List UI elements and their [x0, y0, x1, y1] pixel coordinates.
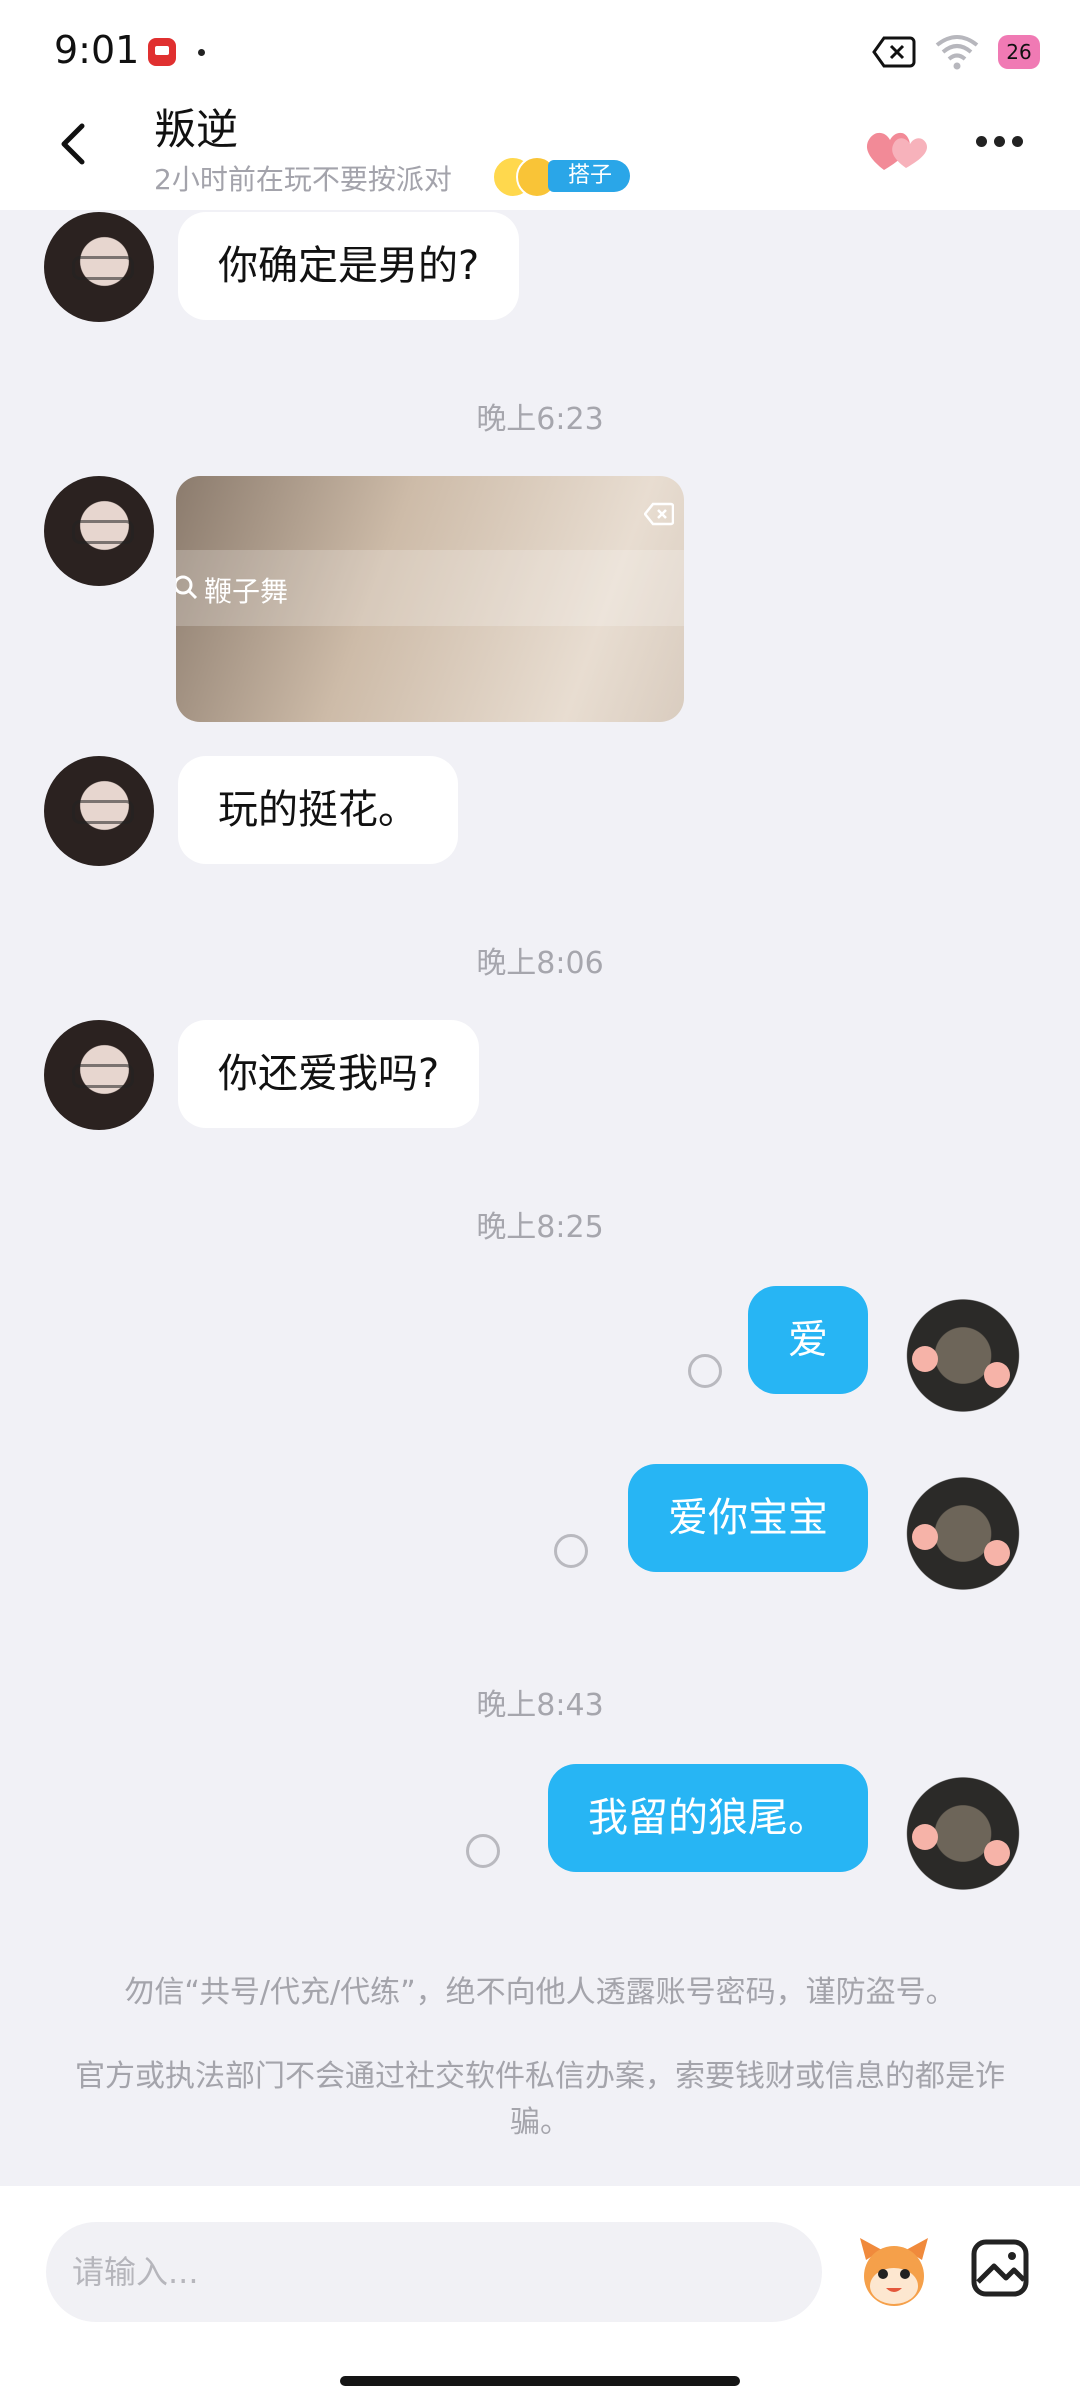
dot-icon	[198, 49, 205, 56]
message-bubble-sent[interactable]: 爱你宝宝	[628, 1464, 868, 1572]
chat-header: 叛逆 2小时前在玩不要按派对 搭子	[0, 90, 1080, 210]
emoji-mascot-icon	[860, 2238, 928, 2306]
status-badge[interactable]: 搭子	[548, 160, 631, 192]
heart-icon	[866, 132, 928, 170]
image-icon	[971, 2239, 1029, 2297]
message-bubble-received[interactable]: 你确定是男的?	[178, 212, 520, 320]
message-bubble-received[interactable]: 你还爱我吗?	[178, 1020, 480, 1128]
back-button[interactable]	[50, 114, 100, 174]
more-button[interactable]	[976, 132, 1032, 156]
image-caption: 鞭子舞	[204, 575, 289, 608]
chat-screen: 9:01 26 叛逆 2小时前在玩不要按派对 搭子 你确定是男的? 晚上6:23…	[0, 0, 1080, 2400]
close-box-icon	[872, 36, 916, 68]
wifi-icon	[935, 35, 979, 70]
timestamp: 晚上8:43	[476, 1688, 604, 1723]
timestamp: 晚上6:23	[476, 402, 604, 437]
read-status-icon	[466, 1834, 500, 1868]
safety-notice: 勿信“共号/代充/代练”，绝不向他人透露账号密码，谨防盗号。	[124, 1975, 956, 2010]
app-notification-icon	[148, 38, 176, 66]
more-icon	[994, 136, 1005, 147]
timestamp: 晚上8:06	[476, 946, 604, 981]
message-bubble-sent[interactable]: 爱	[748, 1286, 868, 1394]
home-indicator[interactable]	[340, 2376, 740, 2386]
status-time: 9:01	[54, 28, 140, 72]
page-title: 叛逆	[154, 105, 239, 154]
status-bar: 9:01 26	[0, 0, 1080, 90]
more-icon	[976, 136, 987, 147]
status-icons: 26	[872, 30, 1040, 74]
avatar[interactable]	[904, 1762, 1022, 1892]
image-message[interactable]: 鞭子舞	[176, 476, 684, 722]
avatar[interactable]	[44, 212, 154, 322]
status-subtitle: 2小时前在玩不要按派对	[154, 163, 452, 196]
emoji-button[interactable]	[852, 2230, 936, 2314]
close-box-icon	[644, 502, 674, 526]
timestamp: 晚上8:25	[476, 1210, 604, 1245]
avatar[interactable]	[44, 476, 154, 586]
image-picker-button[interactable]	[968, 2236, 1032, 2300]
heart-button[interactable]	[862, 120, 932, 176]
more-icon	[1012, 136, 1023, 147]
message-bubble-received[interactable]: 玩的挺花。	[178, 756, 458, 864]
safety-notice: 官方或执法部门不会通过社交软件私信办案，索要钱财或信息的都是诈骗。	[75, 2059, 1005, 2140]
read-status-icon	[688, 1354, 722, 1388]
read-status-icon	[554, 1534, 588, 1568]
battery-heart-icon: 26	[998, 35, 1040, 69]
input-bar	[0, 2186, 1080, 2400]
avatar[interactable]	[44, 756, 154, 866]
mini-avatars	[492, 156, 558, 198]
avatar[interactable]	[904, 1462, 1022, 1592]
avatar[interactable]	[44, 1020, 154, 1130]
message-input[interactable]	[46, 2222, 822, 2322]
search-icon	[176, 575, 198, 600]
avatar[interactable]	[904, 1284, 1022, 1414]
back-icon	[61, 123, 85, 165]
message-bubble-sent[interactable]: 我留的狼尾。	[548, 1764, 868, 1872]
